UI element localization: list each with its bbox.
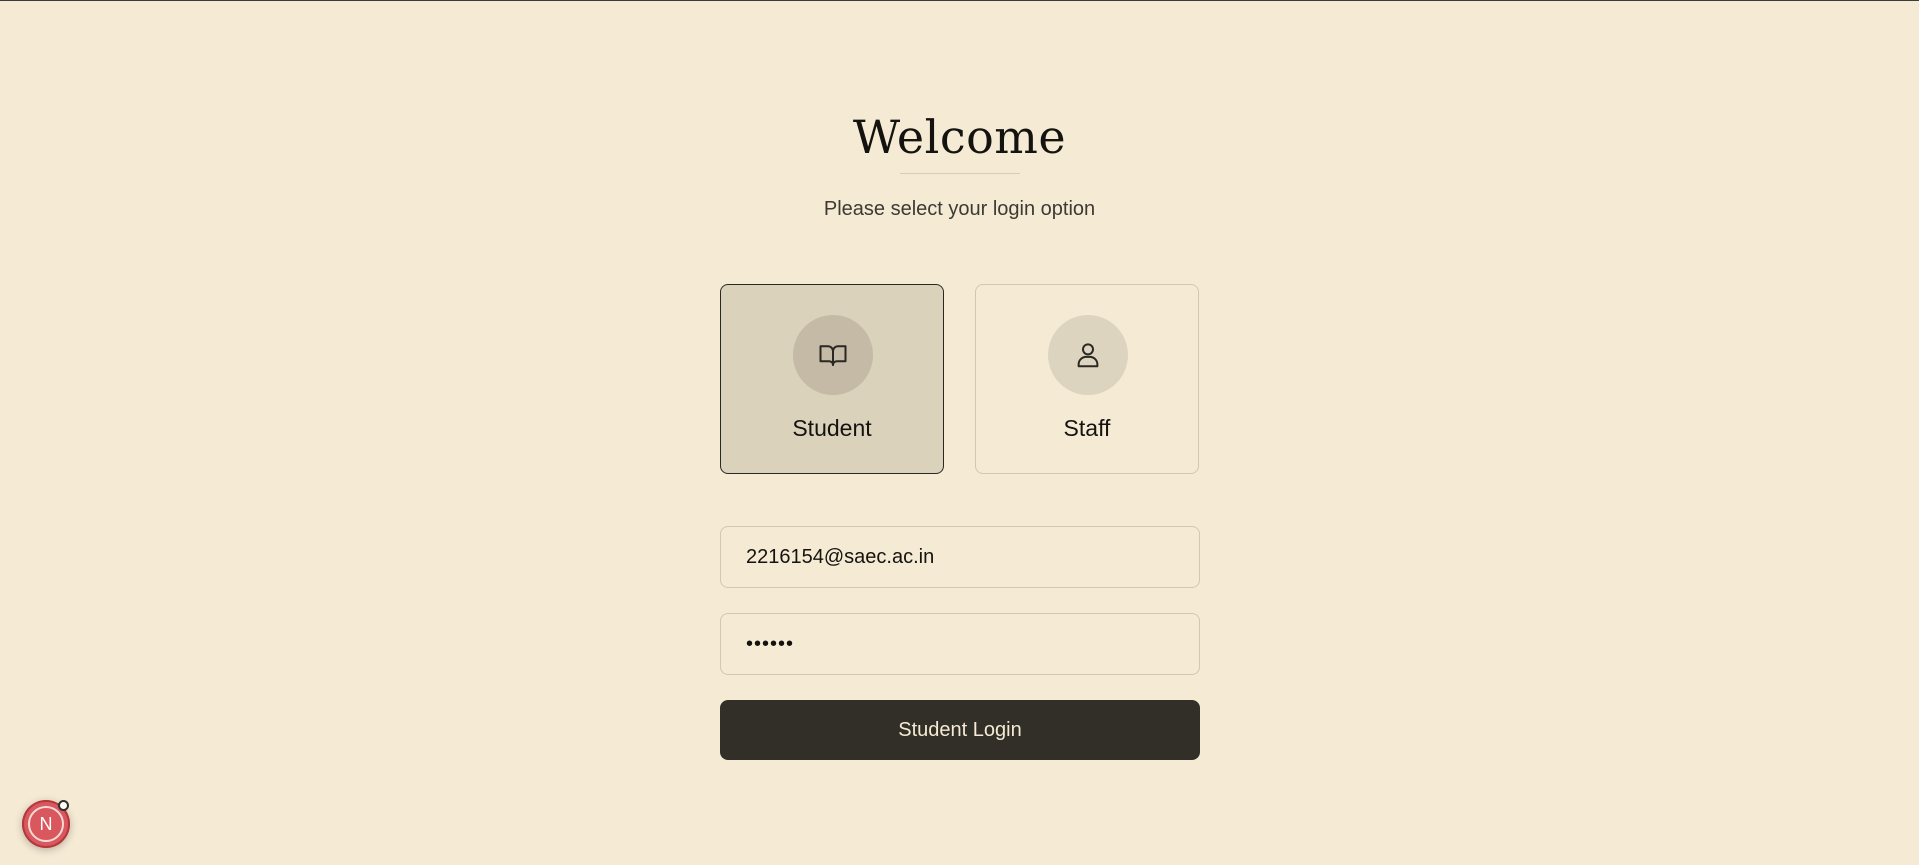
devtools-status-dot — [58, 800, 69, 811]
staff-option-label: Staff — [1063, 415, 1111, 441]
student-option-card[interactable]: Student — [720, 284, 944, 474]
student-login-button[interactable]: Student Login — [720, 700, 1200, 760]
staff-option-card[interactable]: Staff — [975, 284, 1199, 474]
login-page: Welcome Please select your login option … — [0, 1, 1919, 865]
book-open-icon — [793, 315, 873, 395]
password-field[interactable] — [720, 613, 1200, 675]
nextjs-devtools-icon: N — [28, 806, 64, 842]
nextjs-devtools-button[interactable]: N — [22, 800, 70, 848]
page-subtitle: Please select your login option — [823, 198, 1096, 220]
page-title: Welcome — [852, 110, 1067, 164]
title-divider — [900, 173, 1020, 174]
email-field[interactable] — [720, 526, 1200, 588]
user-icon — [1048, 315, 1128, 395]
student-option-label: Student — [792, 415, 872, 441]
